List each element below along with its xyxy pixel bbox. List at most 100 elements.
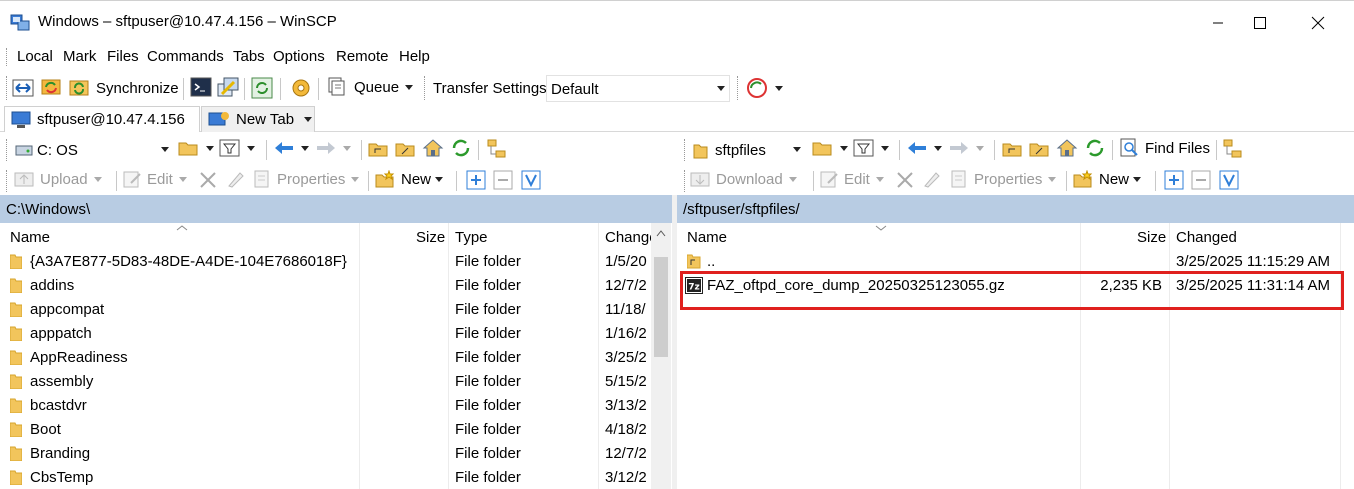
console-button[interactable]: [190, 76, 212, 98]
menu-tabs[interactable]: Tabs: [233, 48, 265, 65]
refresh-icon: [1086, 139, 1104, 157]
menu-remote[interactable]: Remote: [336, 48, 389, 65]
download-button[interactable]: Download: [690, 170, 797, 188]
local-tree-button[interactable]: [486, 138, 508, 160]
local-back-button[interactable]: [273, 140, 309, 156]
preferences-button[interactable]: [290, 77, 312, 99]
menu-help[interactable]: Help: [399, 48, 430, 65]
local-col-name[interactable]: Name: [10, 229, 50, 246]
table-row[interactable]: assembly File folder 5/15/2: [0, 370, 650, 394]
local-properties-button[interactable]: Properties: [253, 170, 360, 188]
arrow-left-icon: [908, 142, 926, 154]
close-button[interactable]: [1296, 9, 1340, 37]
remote-col-changed[interactable]: Changed: [1176, 229, 1237, 246]
scroll-up-icon: [656, 230, 666, 237]
tab-new[interactable]: New Tab: [201, 106, 315, 132]
file-changed: 11/18/: [605, 301, 646, 318]
local-new-button[interactable]: New: [375, 170, 444, 188]
remote-refresh-button[interactable]: [1084, 138, 1106, 158]
local-path: C:\Windows\: [6, 201, 91, 218]
remote-col-size[interactable]: Size: [1137, 229, 1166, 246]
local-home-button[interactable]: [422, 138, 444, 158]
remote-delete-button[interactable]: [896, 171, 914, 189]
table-row[interactable]: Boot File folder 4/18/2: [0, 418, 650, 442]
sync-browsing-button[interactable]: [40, 76, 64, 100]
synchronize-session-button[interactable]: [745, 76, 783, 100]
upload-button[interactable]: Upload: [14, 170, 102, 188]
local-select-button[interactable]: [466, 170, 486, 190]
transfer-settings-select[interactable]: Default: [546, 75, 730, 102]
local-edit-button[interactable]: Edit: [123, 170, 187, 188]
folder-icon: [10, 302, 22, 317]
remote-home-button[interactable]: [1056, 138, 1078, 158]
menu-local[interactable]: Local: [17, 48, 53, 65]
local-scrollbar[interactable]: [651, 223, 671, 489]
file-changed: 3/25/2025 11:15:29 AM: [1176, 253, 1331, 270]
menu-mark[interactable]: Mark: [63, 48, 96, 65]
menu-files[interactable]: Files: [107, 48, 139, 65]
local-root-dir-button[interactable]: [395, 139, 417, 159]
local-rename-button[interactable]: [226, 170, 246, 188]
table-row[interactable]: AppReadiness File folder 3/25/2: [0, 346, 650, 370]
local-filter-mask-button[interactable]: [521, 170, 541, 190]
local-col-changed[interactable]: Change: [605, 229, 658, 246]
remote-back-button[interactable]: [906, 140, 942, 156]
remote-file-list: Name Size Changed .. 3/25/2025 11:15:29 A…: [677, 223, 1354, 489]
remote-root-dir-button[interactable]: [1029, 139, 1051, 159]
tab-session[interactable]: sftpuser@10.47.4.156: [4, 106, 200, 132]
remote-folder-select[interactable]: sftpfiles: [690, 136, 806, 163]
local-drive-select[interactable]: C: OS: [12, 136, 174, 163]
table-row[interactable]: apppatch File folder 1/16/2: [0, 322, 650, 346]
local-unselect-button[interactable]: [493, 170, 513, 190]
remote-select-button[interactable]: [1164, 170, 1184, 190]
menu-commands[interactable]: Commands: [147, 48, 224, 65]
minimize-button[interactable]: [1196, 9, 1240, 37]
file-type: File folder: [455, 301, 521, 318]
remote-col-name[interactable]: Name: [687, 229, 727, 246]
local-parent-dir-button[interactable]: [368, 139, 390, 159]
toolbar-separator: [266, 140, 267, 160]
find-files-button[interactable]: Find Files: [1119, 138, 1210, 158]
synchronize-button[interactable]: Synchronize: [68, 76, 179, 100]
table-row[interactable]: {A3A7E877-5D83-48DE-A4DE-104E7686018F} Fi…: [0, 250, 650, 274]
local-col-size[interactable]: Size: [416, 229, 445, 246]
remote-filter-mask-button[interactable]: [1219, 170, 1239, 190]
refresh-button[interactable]: [251, 77, 273, 99]
menu-options[interactable]: Options: [273, 48, 325, 65]
remote-forward-button[interactable]: [948, 140, 984, 156]
remote-filter-button[interactable]: [853, 138, 889, 158]
gear-icon: [292, 79, 310, 97]
toolbar-separator: [116, 171, 117, 191]
remote-parent-dir-button[interactable]: [1002, 139, 1024, 159]
download-icon: [690, 172, 710, 187]
remote-new-button[interactable]: New: [1073, 170, 1142, 188]
local-forward-button[interactable]: [315, 140, 351, 156]
home-icon: [1056, 139, 1078, 157]
maximize-button[interactable]: [1238, 9, 1282, 37]
remote-properties-button[interactable]: Properties: [950, 170, 1057, 188]
local-open-folder-button[interactable]: [178, 138, 214, 158]
remote-tree-button[interactable]: [1222, 138, 1244, 160]
delete-icon: [897, 172, 913, 188]
queue-button[interactable]: Queue: [326, 76, 414, 98]
local-refresh-button[interactable]: [450, 138, 472, 158]
table-row[interactable]: CbsTemp File folder 3/12/2: [0, 466, 650, 489]
remote-rename-button[interactable]: [922, 170, 942, 188]
local-filter-button[interactable]: [219, 138, 255, 158]
local-file-list: Name Size Type Change {A3A7E877-5D83-48D…: [0, 223, 672, 489]
table-row[interactable]: Branding File folder 12/7/2: [0, 442, 650, 466]
table-row[interactable]: bcastdvr File folder 3/13/2: [0, 394, 650, 418]
local-scrollbar-thumb[interactable]: [654, 257, 668, 357]
putty-button[interactable]: [216, 76, 240, 100]
table-row[interactable]: addins File folder 12/7/2: [0, 274, 650, 298]
local-delete-button[interactable]: [199, 171, 217, 189]
remote-open-folder-button[interactable]: [812, 138, 848, 158]
table-row[interactable]: appcompat File folder 11/18/: [0, 298, 650, 322]
remote-path-bar[interactable]: /sftpuser/sftpfiles/: [677, 195, 1354, 223]
file-type: File folder: [455, 469, 521, 486]
local-path-bar[interactable]: C:\Windows\: [0, 195, 672, 223]
compare-directories-button[interactable]: [12, 77, 34, 99]
remote-edit-button[interactable]: Edit: [820, 170, 884, 188]
remote-unselect-button[interactable]: [1191, 170, 1211, 190]
local-col-type[interactable]: Type: [455, 229, 488, 246]
